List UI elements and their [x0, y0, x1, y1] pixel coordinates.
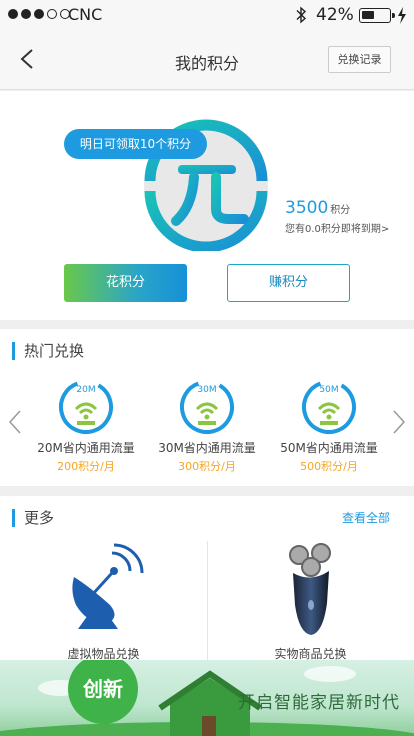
- promo-banner[interactable]: 创新 开启智能家居新时代: [0, 660, 414, 736]
- battery-nub: [392, 13, 395, 18]
- package-size-label: 20M: [76, 385, 96, 395]
- bluetooth-icon: [296, 6, 307, 24]
- hot-item-price: 500积分/月: [300, 460, 358, 473]
- signal-dot: [47, 9, 57, 19]
- more-title: 更多: [12, 509, 54, 527]
- hot-item-20m[interactable]: 20M 20M省内通用流量 200积分/月: [26, 379, 146, 474]
- physical-goods-category[interactable]: 实物商品兑换: [207, 541, 414, 666]
- package-size-label: 50M: [319, 385, 339, 395]
- banner-slogan: 开启智能家居新时代: [238, 693, 400, 713]
- view-all-link[interactable]: 查看全部: [342, 509, 390, 526]
- tomorrow-points-tip: 明日可领取10个积分: [64, 129, 207, 159]
- points-card: 明日可领取10个积分 3500 积分 您有0.0积分即将到期> 花积分 赚积分: [0, 91, 414, 320]
- battery-icon: [359, 8, 395, 23]
- exchange-record-button[interactable]: 兑换记录: [328, 46, 391, 73]
- shaver-icon: [289, 543, 331, 635]
- battery-percent: 42%: [316, 5, 354, 25]
- data-package-badge: 50M: [301, 379, 357, 435]
- charging-icon: [398, 7, 406, 24]
- data-package-badge: 30M: [179, 379, 235, 435]
- hot-item-name: 30M省内通用流量: [158, 441, 256, 455]
- spend-points-button[interactable]: 花积分: [64, 264, 187, 302]
- earn-points-button[interactable]: 赚积分: [227, 264, 350, 302]
- points-number: 3500: [285, 198, 329, 218]
- signal-dot: [21, 9, 31, 19]
- points-unit: 积分: [330, 205, 351, 216]
- data-package-badge: 20M: [58, 379, 114, 435]
- signal-strength-icon: [8, 9, 70, 19]
- hot-item-30m[interactable]: 30M 30M省内通用流量 300积分/月: [147, 379, 267, 474]
- hot-item-50m[interactable]: 50M 50M省内通用流量 500积分/月: [269, 379, 389, 474]
- expiring-points-link[interactable]: 您有0.0积分即将到期>: [285, 220, 389, 235]
- virtual-goods-category[interactable]: 虚拟物品兑换: [0, 541, 207, 666]
- package-size-label: 30M: [197, 385, 217, 395]
- chevron-right-icon[interactable]: [392, 409, 406, 435]
- hot-exchange-section: 热门兑换 20M 20M省内通用流量 200积分/月 30M 30M省内通用流量…: [0, 329, 414, 486]
- battery-fill: [362, 11, 374, 19]
- points-balance: 3500 积分: [285, 198, 350, 218]
- hot-item-name: 50M省内通用流量: [280, 441, 378, 455]
- signal-dot: [34, 9, 44, 19]
- hot-item-price: 200积分/月: [57, 460, 115, 473]
- hot-item-name: 20M省内通用流量: [37, 441, 135, 455]
- carrier-name: CNC: [68, 5, 103, 24]
- hot-exchange-title: 热门兑换: [12, 342, 84, 360]
- hot-item-price: 300积分/月: [178, 460, 236, 473]
- navigation-bar: 我的积分 兑换记录: [0, 30, 414, 90]
- chevron-left-icon[interactable]: [8, 409, 22, 435]
- status-bar: CNC 42%: [0, 0, 414, 30]
- signal-dot: [8, 9, 18, 19]
- satellite-dish-icon: [72, 543, 144, 629]
